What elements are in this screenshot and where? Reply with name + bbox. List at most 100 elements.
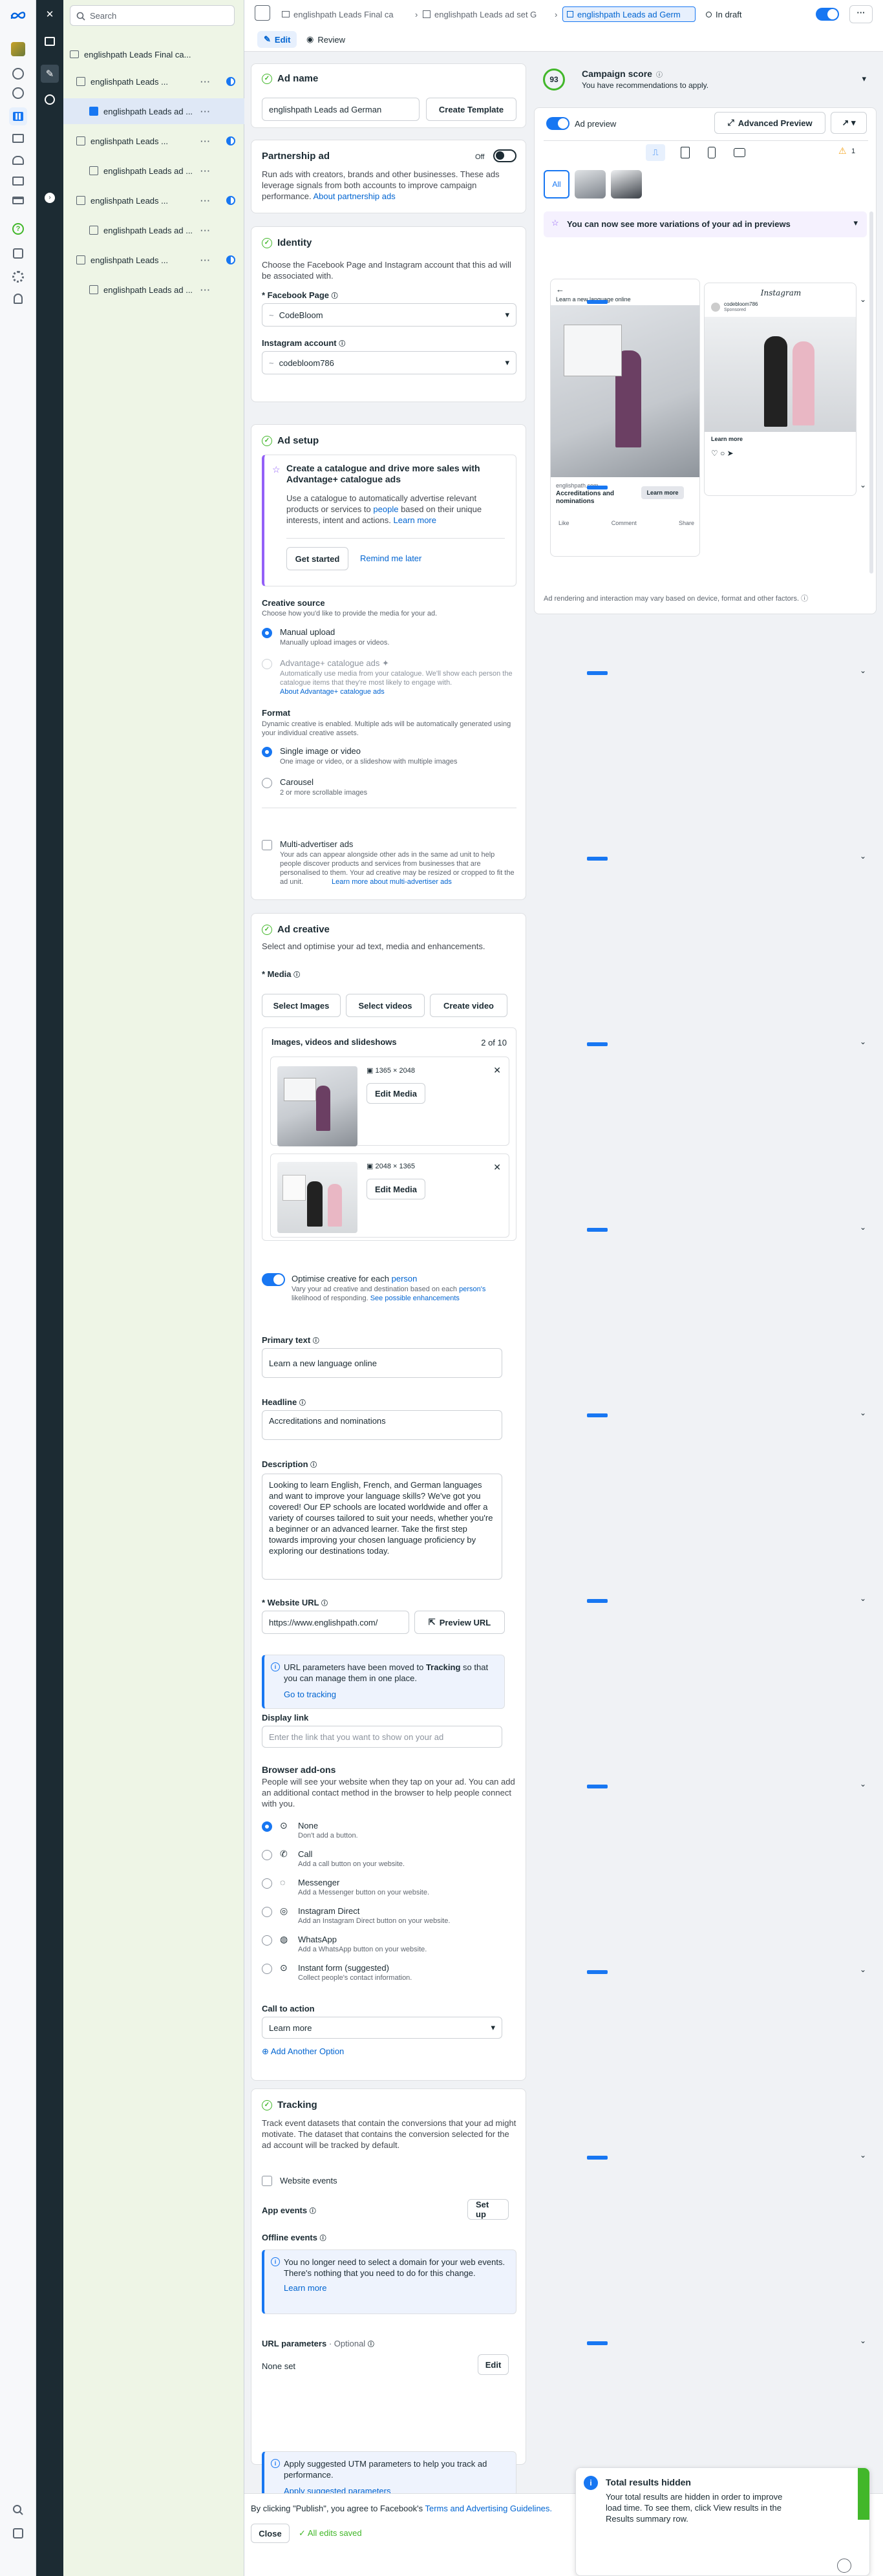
partnership-toggle[interactable]: [493, 149, 516, 162]
create-video-button[interactable]: Create video: [430, 994, 507, 1017]
addon-radio[interactable]: [262, 1850, 272, 1860]
notifications-icon[interactable]: [9, 290, 27, 308]
about-advantage-link[interactable]: About Advantage+ catalogue ads: [280, 687, 385, 696]
cta-select[interactable]: Learn more ▾: [262, 2017, 502, 2039]
collapsed-preview-row[interactable]: ⌄: [577, 1593, 871, 1608]
tree-ad-row[interactable]: englishpath Leads ad ... ···: [63, 277, 244, 303]
remind-later-link[interactable]: Remind me later: [360, 553, 421, 563]
possible-enhancements-link[interactable]: See possible enhancements: [370, 1294, 460, 1302]
chevron-down-icon[interactable]: ⌄: [860, 1594, 866, 1603]
persons-link[interactable]: person's: [459, 1285, 485, 1293]
green-side-tab[interactable]: [858, 2468, 869, 2520]
addon-radio[interactable]: [262, 1964, 272, 1974]
page-icon[interactable]: [9, 244, 27, 263]
chevron-down-icon[interactable]: ⌄: [860, 852, 866, 861]
share-button[interactable]: ↗ ▾: [831, 112, 867, 134]
addon-radio[interactable]: [262, 1907, 272, 1917]
collapsed-preview-row[interactable]: ⌄: [577, 850, 871, 866]
instagram-account-select[interactable]: ~ codebloom786 ▾: [262, 351, 516, 374]
chevron-down-icon[interactable]: ⌄: [860, 666, 866, 675]
settings-icon[interactable]: [9, 268, 27, 286]
warning-icon[interactable]: ⚠: [838, 145, 847, 156]
collapsed-preview-row[interactable]: ⌄: [577, 665, 871, 680]
about-partnership-link[interactable]: About partnership ads: [314, 191, 396, 201]
multi-advertiser-link[interactable]: Learn more about multi-advertiser ads: [332, 877, 452, 886]
tree-adset-row[interactable]: englishpath Leads ... ···: [63, 128, 244, 154]
addon-radio[interactable]: [262, 1935, 272, 1946]
chevron-down-icon[interactable]: ▾: [853, 218, 858, 228]
chevron-down-icon[interactable]: ⌄: [860, 1037, 866, 1046]
tree-adset-row[interactable]: englishpath Leads ... ···: [63, 69, 244, 94]
row-more-icon[interactable]: ···: [200, 136, 211, 146]
collapsed-preview-row[interactable]: ⌄: [577, 479, 871, 495]
go-to-tracking-link[interactable]: Go to tracking: [284, 1689, 496, 1700]
remove-media-icon[interactable]: ✕: [493, 1162, 501, 1173]
tree-adset-row[interactable]: englishpath Leads ... ···: [63, 247, 244, 273]
tab-review[interactable]: ◉ Review: [300, 31, 352, 48]
optimise-creative-toggle[interactable]: [262, 1273, 285, 1286]
sidebar-toggle-icon[interactable]: [255, 5, 270, 21]
placement-all-icon[interactable]: ⎍: [646, 144, 665, 161]
instagram-feed-preview[interactable]: Instagram codebloom786 Sponsored Learn m…: [704, 283, 856, 496]
more-options-button[interactable]: ···: [849, 5, 873, 23]
collapsed-preview-row[interactable]: ⌄: [577, 1407, 871, 1422]
edit-url-parameters-button[interactable]: Edit: [478, 2354, 509, 2375]
display-link-input[interactable]: Enter the link that you want to show on …: [262, 1726, 502, 1748]
ads-manager-grid-icon[interactable]: [9, 107, 27, 125]
select-images-button[interactable]: Select Images: [262, 994, 341, 1017]
advantage-catalogue-radio[interactable]: [262, 659, 272, 669]
collapse-arrow-icon[interactable]: ›: [41, 189, 59, 207]
headline-input[interactable]: Accreditations and nominations: [262, 1410, 502, 1440]
chevron-down-icon[interactable]: ⌄: [860, 1408, 866, 1417]
facebook-page-select[interactable]: ~ CodeBloom ▾: [262, 303, 516, 327]
variation-thumb-1[interactable]: [575, 170, 606, 199]
chevron-down-icon[interactable]: ⌄: [860, 1223, 866, 1232]
collapsed-preview-row[interactable]: ⌄: [577, 1964, 871, 1979]
chevron-down-icon[interactable]: ⌄: [860, 2336, 866, 2345]
row-more-icon[interactable]: ···: [200, 196, 211, 206]
placement-video-icon[interactable]: [734, 148, 745, 157]
tree-adset-row[interactable]: englishpath Leads ... ···: [63, 188, 244, 213]
close-icon[interactable]: ✕: [41, 5, 59, 23]
chevron-down-icon[interactable]: ⌄: [860, 1965, 866, 1974]
tree-campaign-row[interactable]: englishpath Leads Final ca...: [63, 41, 244, 67]
audience-icon[interactable]: [9, 151, 27, 169]
row-more-icon[interactable]: ···: [200, 255, 211, 265]
get-started-button[interactable]: Get started: [286, 547, 348, 570]
edit-media-button[interactable]: Edit Media: [367, 1083, 426, 1104]
collapsed-preview-row[interactable]: ⌄: [577, 294, 871, 309]
breadcrumb-ad[interactable]: englishpath Leads ad Germ: [562, 6, 696, 22]
single-image-radio[interactable]: [262, 747, 272, 757]
terms-link[interactable]: Terms and Advertising Guidelines.: [425, 2504, 552, 2513]
chevron-down-icon[interactable]: ▾: [862, 74, 866, 84]
media-thumbnail[interactable]: [277, 1162, 357, 1233]
account-avatar-icon[interactable]: [9, 40, 27, 58]
addon-radio[interactable]: [262, 1821, 272, 1832]
facebook-feed-preview[interactable]: ← Learn a new language online englishpat…: [550, 279, 700, 557]
website-url-input[interactable]: https://www.englishpath.com/: [262, 1611, 409, 1634]
collapsed-preview-row[interactable]: ⌄: [577, 1221, 871, 1237]
description-textarea[interactable]: Looking to learn English, French, and Ge…: [262, 1474, 502, 1580]
ad-on-off-toggle[interactable]: [816, 8, 839, 21]
primary-text-input[interactable]: Learn a new language online: [262, 1348, 502, 1378]
add-another-option-link[interactable]: Add Another Option: [271, 2046, 344, 2056]
tree-search-input[interactable]: Search: [70, 5, 235, 26]
ad-name-input[interactable]: englishpath Leads ad German: [262, 98, 420, 121]
tree-ad-row[interactable]: englishpath Leads ad ... ···: [63, 158, 244, 184]
edit-pencil-icon[interactable]: ✎: [41, 65, 59, 83]
history-icon[interactable]: [41, 91, 59, 109]
people-link[interactable]: people: [373, 504, 398, 514]
create-template-button[interactable]: Create Template: [426, 98, 516, 121]
variation-all-tab[interactable]: All: [544, 170, 569, 199]
search-icon[interactable]: [9, 2501, 27, 2519]
collapsed-preview-row[interactable]: ⌄: [577, 2149, 871, 2165]
manual-upload-radio[interactable]: [262, 628, 272, 638]
billing-icon[interactable]: [9, 191, 27, 209]
variation-thumb-2[interactable]: [611, 170, 642, 199]
chevron-down-icon[interactable]: ⌄: [860, 480, 866, 489]
breadcrumb-campaign[interactable]: englishpath Leads Final ca: [282, 6, 419, 22]
panel-toggle-icon[interactable]: [41, 32, 59, 50]
carousel-radio[interactable]: [262, 778, 272, 788]
multi-advertiser-checkbox[interactable]: [262, 840, 272, 850]
help-icon[interactable]: ?: [9, 220, 27, 238]
